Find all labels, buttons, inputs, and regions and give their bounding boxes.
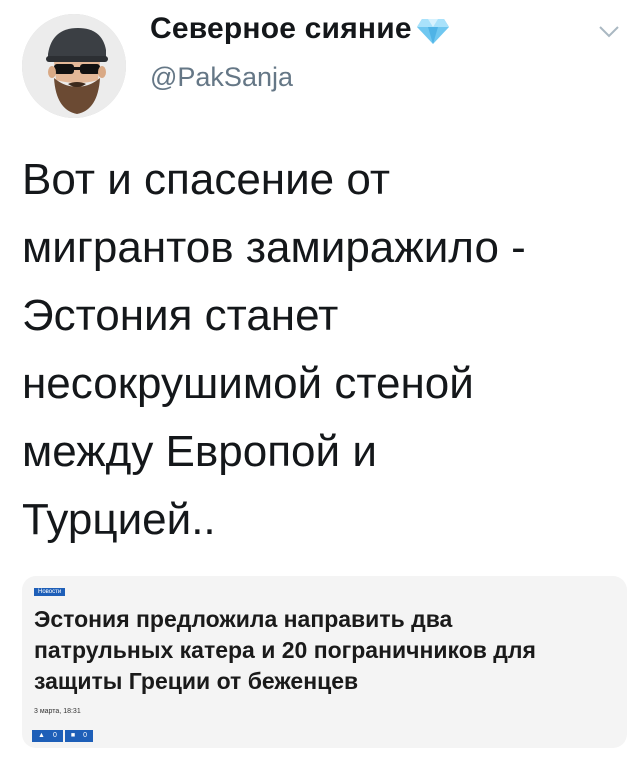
tweet-text: Вот и спасение от мигрантов замиражило -…: [22, 155, 526, 544]
like-button[interactable]: ▲ 0: [32, 730, 63, 742]
comment-button[interactable]: ■ 0: [64, 730, 93, 742]
diamond-icon: [416, 19, 449, 44]
tweet-header: Северное сияние @PakSanja: [0, 0, 637, 120]
name-row: Северное сияние: [150, 12, 450, 46]
card-title[interactable]: Эстония предложила направить два патруль…: [34, 604, 619, 697]
chevron-down-icon[interactable]: [598, 25, 620, 39]
comment-count: 0: [83, 732, 87, 739]
display-name[interactable]: Северное сияние: [150, 12, 412, 46]
avatar-image: [22, 14, 126, 118]
user-handle[interactable]: @PakSanja: [150, 62, 293, 93]
like-count: 0: [52, 732, 57, 739]
card-category-tag: Новости: [34, 588, 66, 596]
avatar[interactable]: [22, 14, 126, 118]
card-date: 3 марта, 18:31: [34, 708, 81, 715]
comment-icon: ■: [70, 732, 76, 739]
link-card[interactable]: Новости Эстония предложила направить два…: [22, 576, 627, 748]
card-actions: ▲ 0 ■ 0: [32, 730, 93, 742]
thumbs-up-icon: ▲: [38, 732, 45, 739]
